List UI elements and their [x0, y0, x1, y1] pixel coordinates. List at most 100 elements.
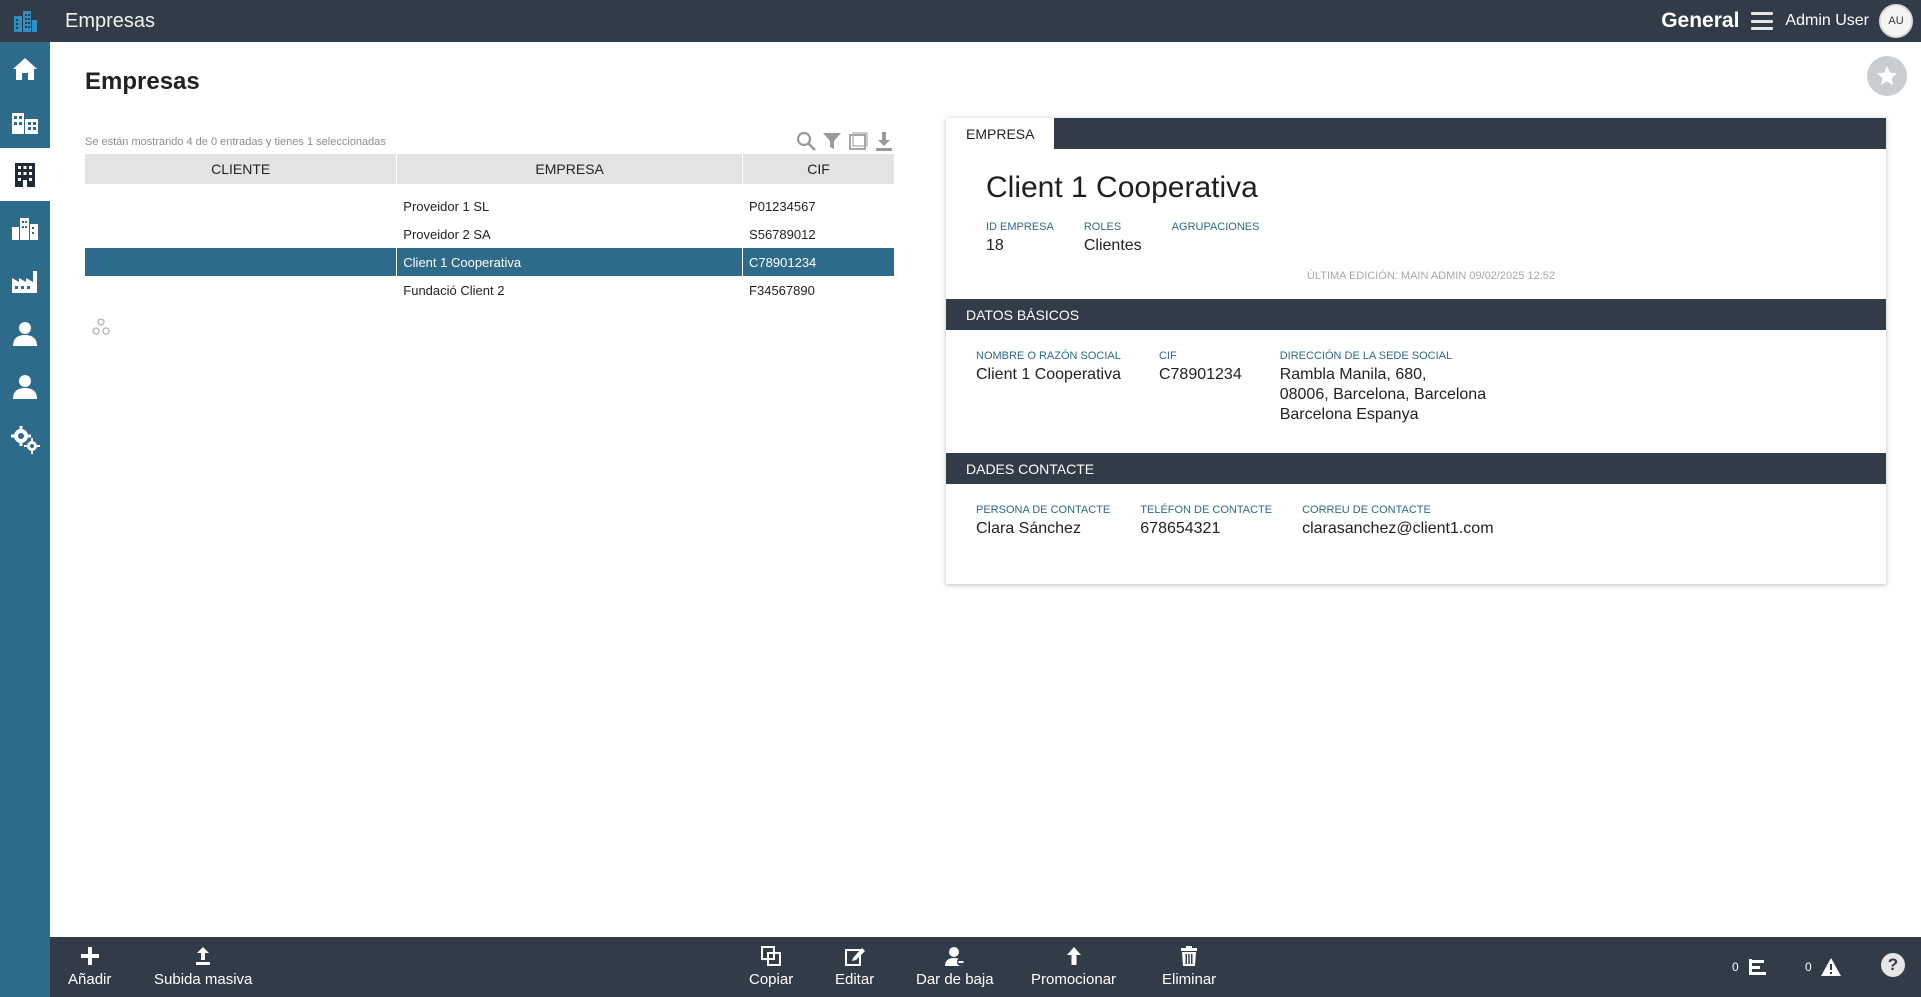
table-row[interactable]: Proveidor 1 SL P01234567	[85, 192, 895, 220]
hierarchy-icon[interactable]	[92, 318, 895, 341]
cell-cif: S56789012	[742, 220, 895, 248]
section-contact: DADES CONTACTE	[946, 453, 1886, 484]
sidebar-item-city[interactable]	[0, 201, 50, 254]
cell-empresa: Client 1 Cooperativa	[396, 248, 744, 276]
search-icon[interactable]	[795, 130, 817, 152]
sidebar-item-users[interactable]	[0, 360, 50, 413]
table-row[interactable]: Proveidor 2 SA S56789012	[85, 220, 895, 248]
sidebar-item-companies[interactable]	[0, 148, 50, 201]
page-title: Empresas	[85, 68, 200, 95]
field-roles: ROLES Clientes	[1083, 221, 1142, 254]
field-contact-email: CORREU DE CONTACTE clarasanchez@client1.…	[1302, 504, 1494, 537]
trash-icon	[1181, 946, 1198, 966]
sidebar	[0, 42, 50, 997]
cell-cif: P01234567	[742, 192, 895, 220]
bulk-upload-label: Subida masiva	[154, 971, 253, 988]
sidebar-item-home[interactable]	[0, 42, 50, 95]
promote-button[interactable]: Promocionar	[1031, 945, 1116, 988]
tasks-count: 0	[1732, 960, 1739, 974]
detail-tabbar: EMPRESA	[946, 118, 1886, 149]
columns-icon[interactable]	[847, 130, 869, 152]
settings-icon	[11, 425, 40, 454]
app-title: Empresas	[65, 9, 156, 32]
copy-label: Copiar	[749, 971, 794, 988]
delete-button[interactable]: Eliminar	[1162, 945, 1216, 988]
last-edit-info: ÚLTIMA EDICIÓN: MAIN ADMIN 09/02/2025 12…	[1306, 270, 1555, 282]
copy-icon	[761, 946, 782, 966]
cell-empresa: Proveidor 2 SA	[396, 220, 744, 248]
main-content: Empresas Se están mostrando 4 de 0 entra…	[50, 42, 1921, 937]
cell-cliente	[85, 192, 398, 220]
buildings-icon	[12, 112, 38, 134]
deactivate-button[interactable]: Dar de baja	[916, 945, 994, 988]
company-detail-panel: EMPRESA Client 1 Cooperativa ID EMPRESA …	[946, 118, 1886, 584]
cell-cif: C78901234	[742, 248, 895, 276]
basic-data-fields: NOMBRE O RAZÓN SOCIAL Client 1 Cooperati…	[946, 330, 1886, 453]
context-selector[interactable]: General	[1661, 9, 1739, 33]
upload-icon	[196, 947, 211, 965]
buildings-logo-icon	[14, 11, 37, 32]
column-header-cif[interactable]: CIF	[742, 154, 895, 184]
tab-empresa[interactable]: EMPRESA	[946, 118, 1055, 149]
section-basic-data: DATOS BÁSICOS	[946, 299, 1886, 330]
arrow-up-icon	[1066, 947, 1081, 965]
sidebar-item-buildings[interactable]	[0, 95, 50, 148]
contact-person-icon	[13, 321, 37, 346]
meta-fields: ID EMPRESA 18 ROLES Clientes AGRUPACIONE…	[986, 221, 1886, 256]
list-toolbar	[795, 124, 895, 154]
user-name[interactable]: Admin User	[1785, 12, 1869, 30]
table-row[interactable]: Fundació Client 2 F34567890	[85, 276, 895, 304]
user-remove-icon	[944, 947, 965, 966]
delete-label: Eliminar	[1162, 971, 1217, 988]
alerts-counter[interactable]: 0	[1805, 957, 1842, 977]
list-info-text: Se están mostrando 4 de 0 entradas y tie…	[85, 136, 386, 148]
bulk-upload-button[interactable]: Subida masiva	[154, 945, 252, 988]
field-contact-person: PERSONA DE CONTACTE Clara Sánchez	[976, 504, 1111, 537]
company-name: Client 1 Cooperativa	[986, 171, 1258, 204]
field-cif: CIF C78901234	[1158, 350, 1242, 383]
edit-label: Editar	[835, 971, 875, 988]
avatar[interactable]: AU	[1879, 4, 1913, 38]
copy-button[interactable]: Copiar	[749, 945, 793, 988]
cell-cliente	[85, 276, 398, 304]
edit-button[interactable]: Editar	[835, 945, 874, 988]
tasks-icon	[1748, 959, 1766, 975]
tasks-counter[interactable]: 0	[1732, 957, 1767, 977]
star-icon	[1877, 66, 1897, 85]
cell-empresa: Fundació Client 2	[396, 276, 744, 304]
download-icon[interactable]	[873, 130, 895, 152]
plus-icon	[80, 947, 99, 965]
column-header-empresa[interactable]: EMPRESA	[396, 154, 744, 184]
table-header: CLIENTE EMPRESA CIF	[85, 154, 895, 184]
bottom-toolbar: Añadir Subida masiva Copiar Editar Dar d…	[50, 937, 1921, 997]
companies-list: Se están mostrando 4 de 0 entradas y tie…	[85, 124, 895, 341]
companies-table: CLIENTE EMPRESA CIF Proveidor 1 SL P0123…	[85, 154, 895, 304]
warning-icon	[1820, 958, 1841, 976]
field-business-name: NOMBRE O RAZÓN SOCIAL Client 1 Cooperati…	[976, 350, 1121, 383]
table-row-selected[interactable]: Client 1 Cooperativa C78901234	[85, 248, 895, 276]
promote-label: Promocionar	[1031, 971, 1117, 988]
cell-cliente	[85, 248, 398, 276]
user-icon	[13, 374, 37, 399]
field-contact-phone: TELÉFON DE CONTACTE 678654321	[1140, 504, 1273, 537]
add-button-label: Añadir	[68, 971, 112, 988]
column-header-cliente[interactable]: CLIENTE	[85, 154, 398, 184]
field-id-empresa: ID EMPRESA 18	[986, 221, 1054, 254]
favorite-button[interactable]	[1867, 56, 1907, 96]
filter-icon[interactable]	[821, 130, 843, 152]
city-icon	[12, 217, 38, 240]
hamburger-menu-icon[interactable]	[1751, 12, 1774, 30]
office-building-icon	[15, 162, 35, 187]
add-button[interactable]: Añadir	[68, 945, 111, 988]
alerts-count: 0	[1805, 960, 1812, 974]
home-icon	[13, 57, 37, 80]
help-button[interactable]: ?	[1881, 953, 1905, 977]
app-logo[interactable]	[0, 0, 50, 42]
field-address: DIRECCIÓN DE LA SEDE SOCIAL Rambla Manil…	[1279, 350, 1487, 423]
edit-icon	[844, 948, 865, 966]
cell-cif: F34567890	[742, 276, 895, 304]
sidebar-item-settings[interactable]	[0, 413, 50, 466]
sidebar-item-contacts[interactable]	[0, 307, 50, 360]
sidebar-item-factory[interactable]	[0, 254, 50, 307]
contact-fields: PERSONA DE CONTACTE Clara Sánchez TELÉFO…	[946, 484, 1886, 567]
